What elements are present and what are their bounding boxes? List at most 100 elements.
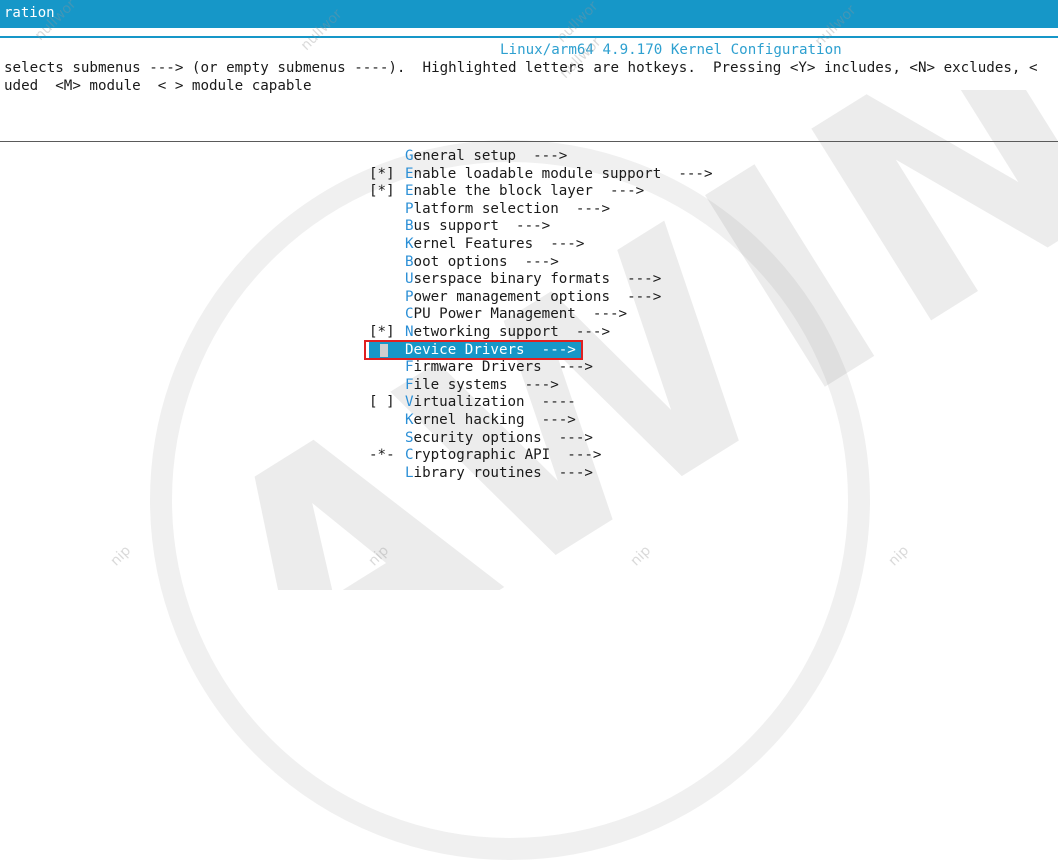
- menu-item[interactable]: Device Drivers --->: [0, 339, 1058, 360]
- submenu-arrow: --->: [507, 253, 559, 270]
- menu-item-label: Platform selection --->: [405, 201, 610, 217]
- menu-item-text: us support: [413, 218, 499, 235]
- menu-item-hotkey: P: [405, 200, 414, 217]
- submenu-arrow: --->: [610, 288, 662, 305]
- menu-item-label: Cryptographic API --->: [405, 447, 601, 463]
- menu-item[interactable]: CPU Power Management --->: [0, 306, 1058, 324]
- menu-item-text: serspace binary formats: [413, 271, 611, 288]
- menu-item[interactable]: Security options --->: [0, 430, 1058, 448]
- menu-item[interactable]: Platform selection --->: [0, 201, 1058, 219]
- menu-item[interactable]: Power management options --->: [0, 289, 1058, 307]
- menu-item[interactable]: Firmware Drivers --->: [0, 359, 1058, 377]
- menu-item-text: ibrary routines: [413, 464, 542, 481]
- menu-item-text: ernel Features: [413, 235, 534, 252]
- menu-item-hotkey: U: [405, 271, 414, 288]
- menu-item[interactable]: [*] Enable the block layer --->: [0, 183, 1058, 201]
- menu-item-hotkey: E: [405, 183, 414, 200]
- menu-item-hotkey: P: [405, 288, 414, 305]
- menu-item[interactable]: General setup --->: [0, 148, 1058, 166]
- submenu-arrow: --->: [541, 359, 593, 376]
- menu-item[interactable]: Kernel Features --->: [0, 236, 1058, 254]
- menu-item-label: Library routines --->: [405, 465, 593, 481]
- menu-item-text: ryptographic API: [413, 447, 551, 464]
- submenu-arrow: --->: [516, 148, 568, 164]
- menu-item-hotkey: K: [405, 411, 414, 428]
- menu-item-hotkey: F: [405, 359, 414, 376]
- menu-item-label: CPU Power Management --->: [405, 306, 627, 322]
- menu-item[interactable]: Boot options --->: [0, 254, 1058, 272]
- menu-item-mark: [*]: [369, 323, 395, 340]
- menu-item-hotkey: L: [405, 464, 414, 481]
- menu-item-label: Enable the block layer --->: [405, 183, 644, 199]
- menu-item-label: Kernel hacking --->: [405, 412, 576, 428]
- kconfig-title: Linux/arm64 4.9.170 Kernel Configuration: [500, 42, 842, 58]
- menu-item-hotkey: N: [405, 323, 414, 340]
- submenu-arrow: --->: [533, 235, 585, 252]
- menu-item-label: Security options --->: [405, 430, 593, 446]
- submenu-arrow: --->: [610, 271, 662, 288]
- menu-item-hotkey: B: [405, 218, 414, 235]
- menu-item-label: Networking support --->: [405, 324, 610, 340]
- menu-item-hotkey: F: [405, 376, 414, 393]
- menu-item[interactable]: Bus support --->: [0, 218, 1058, 236]
- menu-item-text: eneral setup: [413, 148, 517, 164]
- menu-item-hotkey: C: [405, 306, 414, 323]
- menu-item[interactable]: File systems --->: [0, 377, 1058, 395]
- menu-item-label: Bus support --->: [405, 218, 550, 234]
- submenu-arrow: --->: [541, 429, 593, 446]
- annotation-red-box: [364, 339, 583, 360]
- window-titlebar: ration: [0, 0, 1058, 28]
- menu-item-hotkey: K: [405, 235, 414, 252]
- menu-item-label: Virtualization ----: [405, 394, 576, 410]
- menu-item-text: ecurity options: [413, 429, 542, 446]
- menu-item-text: irtualization: [413, 394, 525, 411]
- menu-item-label: Firmware Drivers --->: [405, 359, 593, 375]
- menu-item-mark: [*]: [369, 183, 395, 200]
- menu-item-text: latform selection: [413, 200, 559, 217]
- menu-item-hotkey: C: [405, 447, 414, 464]
- submenu-arrow: --->: [575, 306, 628, 323]
- menu-list: General setup ---> [*] Enable loadable mod…: [0, 148, 1058, 482]
- menu-item[interactable]: Kernel hacking --->: [0, 412, 1058, 430]
- submenu-arrow: --->: [524, 411, 576, 428]
- menu-item-text: etworking support: [413, 323, 559, 340]
- submenu-arrow: --->: [558, 200, 611, 217]
- menu-item[interactable]: [ ] Virtualization ----: [0, 394, 1058, 412]
- menu-divider: [0, 141, 1058, 142]
- menu-item-text: ile systems: [413, 376, 508, 393]
- menu-item-mark: [*]: [369, 165, 395, 182]
- submenu-arrow: --->: [507, 376, 559, 393]
- header-divider: [0, 36, 1058, 38]
- menu-item-text: irmware Drivers: [413, 359, 542, 376]
- menu-item-text: nable the block layer: [413, 183, 593, 200]
- menu-item-mark: [ ]: [369, 394, 395, 411]
- menu-item-label: Boot options --->: [405, 254, 559, 270]
- submenu-arrow: --->: [550, 447, 602, 464]
- menu-item-text: nable loadable module support: [413, 165, 662, 182]
- menu-item-mark: -*-: [369, 447, 395, 464]
- help-text-line-2: uded <M> module < > module capable: [4, 78, 312, 94]
- menu-item-hotkey: V: [405, 394, 414, 411]
- menu-item-text: oot options: [413, 253, 508, 270]
- submenu-arrow: --->: [558, 323, 611, 340]
- menu-item-label: File systems --->: [405, 377, 559, 393]
- menu-item-label: General setup --->: [405, 148, 567, 164]
- help-text-line-1: selects submenus ---> (or empty submenus…: [4, 60, 1038, 76]
- menu-item[interactable]: Library routines --->: [0, 465, 1058, 483]
- submenu-arrow: --->: [661, 165, 713, 182]
- menu-item[interactable]: -*- Cryptographic API --->: [0, 447, 1058, 465]
- menu-item-label: Enable loadable module support --->: [405, 166, 713, 182]
- submenu-arrow: ----: [524, 394, 576, 411]
- menu-item-label: Userspace binary formats --->: [405, 271, 661, 287]
- menu-item[interactable]: Userspace binary formats --->: [0, 271, 1058, 289]
- submenu-arrow: --->: [541, 464, 593, 481]
- menu-item-text: PU Power Management: [413, 306, 576, 323]
- menu-item-hotkey: B: [405, 253, 414, 270]
- menu-item-hotkey: E: [405, 165, 414, 182]
- menu-item-label: Kernel Features --->: [405, 236, 584, 252]
- menu-item-text: ower management options: [413, 288, 611, 305]
- menu-item[interactable]: [*] Enable loadable module support --->: [0, 166, 1058, 184]
- menu-item-label: Power management options --->: [405, 289, 661, 305]
- menu-item-hotkey: S: [405, 429, 414, 446]
- submenu-arrow: --->: [498, 218, 551, 235]
